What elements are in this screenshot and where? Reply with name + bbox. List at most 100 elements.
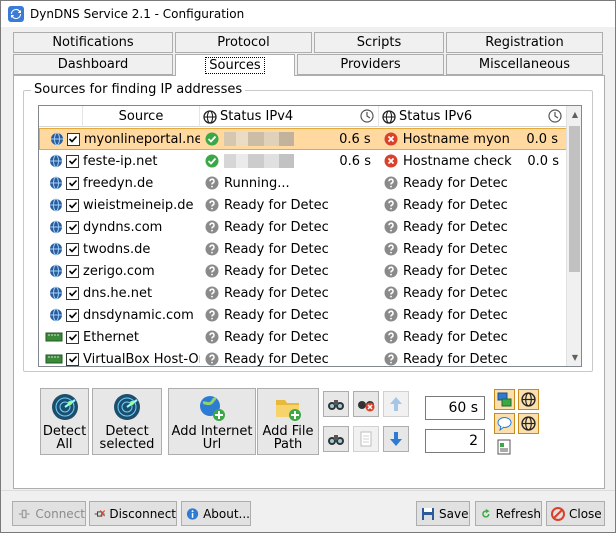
- header-ipv6[interactable]: Status IPv6: [379, 106, 567, 127]
- ipv4-redacted-value: [224, 154, 294, 168]
- table-row[interactable]: dns.he.net Ready for Detec Ready for Det…: [39, 282, 567, 304]
- question-icon: [205, 330, 219, 344]
- source-enabled-checkbox[interactable]: [66, 286, 79, 300]
- ipv4-cell: Ready for Detec: [200, 326, 379, 348]
- lan-toggle-button[interactable]: [494, 389, 515, 410]
- retries-field[interactable]: 2: [425, 429, 485, 453]
- source-type-cell: [39, 194, 83, 216]
- scroll-down-icon[interactable]: ▼: [567, 349, 581, 366]
- internet-source-icon: [50, 242, 62, 256]
- source-enabled-checkbox[interactable]: [66, 132, 80, 146]
- tab-registration[interactable]: Registration: [446, 32, 603, 53]
- source-enabled-checkbox[interactable]: [66, 242, 79, 256]
- clock-icon: [548, 109, 562, 123]
- source-enabled-checkbox[interactable]: [66, 176, 79, 190]
- sources-grid[interactable]: Source Status IPv4 Status IPv6 myonlinep…: [38, 105, 582, 367]
- source-enabled-checkbox[interactable]: [66, 352, 79, 366]
- ipv4-cell: Ready for Detec: [200, 238, 379, 260]
- vertical-scrollbar[interactable]: ▲ ▼: [566, 106, 581, 366]
- table-row[interactable]: VirtualBox Host-Only Ready for Detec Rea…: [39, 348, 567, 366]
- ipv4-status-text: Ready for Detec: [224, 285, 329, 301]
- source-enabled-checkbox[interactable]: [66, 198, 79, 212]
- question-icon: [384, 352, 398, 366]
- save-button[interactable]: Save: [416, 501, 470, 526]
- internet-source-icon: [50, 286, 62, 300]
- scroll-up-icon[interactable]: ▲: [567, 106, 581, 123]
- search-button[interactable]: [323, 426, 349, 452]
- table-row[interactable]: zerigo.com Ready for Detec Ready for Det…: [39, 260, 567, 282]
- ipv6-status-text: Ready for Detec: [403, 263, 508, 279]
- source-type-cell: [39, 238, 83, 260]
- connect-button[interactable]: Connect: [12, 501, 86, 526]
- table-row[interactable]: dyndns.com Ready for Detec Ready for Det…: [39, 216, 567, 238]
- tab-sources[interactable]: Sources: [175, 54, 295, 76]
- remove-button[interactable]: [353, 391, 379, 417]
- find-button[interactable]: [323, 391, 349, 417]
- table-row[interactable]: myonlineportal.net 0.6 s Hostname myon 0.…: [39, 128, 567, 150]
- question-icon: [205, 220, 219, 234]
- about-button[interactable]: About...: [181, 501, 251, 526]
- tab-scripts[interactable]: Scripts: [314, 32, 444, 53]
- source-enabled-checkbox[interactable]: [66, 308, 79, 322]
- document-icon: [360, 431, 372, 447]
- tab-miscellaneous[interactable]: Miscellaneous: [446, 54, 603, 75]
- header-source[interactable]: Source: [83, 106, 200, 127]
- ipv6-cell: Hostname myon 0.0 s: [379, 129, 566, 149]
- move-up-button[interactable]: [383, 391, 409, 417]
- globe-toggle-button[interactable]: [518, 413, 539, 434]
- tab-dashboard[interactable]: Dashboard: [13, 54, 173, 75]
- move-down-button[interactable]: [383, 426, 409, 452]
- disconnect-button[interactable]: Disconnect: [89, 501, 177, 526]
- detect-all-button[interactable]: Detect All: [40, 388, 89, 455]
- tab-label: Registration: [485, 35, 564, 50]
- table-row[interactable]: dnsdynamic.com Ready for Detec Ready for…: [39, 304, 567, 326]
- ipv6-cell: Ready for Detec: [379, 260, 567, 282]
- header-ipv4[interactable]: Status IPv4: [200, 106, 379, 127]
- internet-source-icon: [50, 132, 63, 146]
- source-cell: dns.he.net: [83, 282, 200, 304]
- table-row[interactable]: Ethernet Ready for Detec Ready for Detec: [39, 326, 567, 348]
- timeout-field[interactable]: 60 s: [425, 396, 485, 420]
- tab-protocol[interactable]: Protocol: [175, 32, 312, 53]
- source-name: wieistmeineip.de: [83, 197, 194, 213]
- log-icon[interactable]: [497, 439, 511, 455]
- source-enabled-checkbox[interactable]: [66, 264, 79, 278]
- source-enabled-checkbox[interactable]: [66, 154, 79, 168]
- table-row[interactable]: feste-ip.net 0.6 s Hostname check 0.0 s: [39, 150, 567, 172]
- close-button[interactable]: Close: [546, 501, 605, 526]
- question-icon: [205, 286, 219, 300]
- disconnect-label: Disconnect: [109, 506, 176, 521]
- question-icon: [205, 176, 219, 190]
- tab-providers[interactable]: Providers: [297, 54, 444, 75]
- add-internet-url-button[interactable]: Add Internet Url: [168, 388, 256, 455]
- arrow-up-icon: [390, 397, 402, 411]
- refresh-button[interactable]: Refresh: [475, 501, 542, 526]
- arrow-down-icon: [390, 432, 402, 446]
- detect-selected-button[interactable]: Detect selected: [92, 388, 162, 455]
- edit-button[interactable]: [353, 426, 379, 452]
- source-name: myonlineportal.net: [83, 131, 201, 147]
- question-icon: [205, 352, 219, 366]
- tab-label: Sources: [205, 57, 265, 74]
- header-type[interactable]: [39, 106, 83, 127]
- add-file-path-button[interactable]: Add File Path: [257, 388, 319, 455]
- tab-notifications[interactable]: Notifications: [13, 32, 173, 53]
- source-name: freedyn.de: [83, 175, 154, 191]
- clock-icon: [360, 109, 374, 123]
- table-row[interactable]: wieistmeineip.de Ready for Detec Ready f…: [39, 194, 567, 216]
- question-icon: [205, 308, 219, 322]
- scroll-thumb[interactable]: [569, 126, 580, 272]
- table-row[interactable]: twodns.de Ready for Detec Ready for Dete…: [39, 238, 567, 260]
- source-enabled-checkbox[interactable]: [66, 220, 79, 234]
- table-row[interactable]: freedyn.de Running... Ready for Detec: [39, 172, 567, 194]
- ipv6-cell: Ready for Detec: [379, 216, 567, 238]
- message-toggle-button[interactable]: [494, 413, 515, 434]
- internet-source-icon: [50, 154, 62, 168]
- ipv6-cell: Ready for Detec: [379, 238, 567, 260]
- radar-icon: [114, 394, 140, 420]
- ipv4-status-text: Ready for Detec: [224, 197, 329, 213]
- ipv4-cell: Ready for Detec: [200, 260, 379, 282]
- source-enabled-checkbox[interactable]: [66, 330, 79, 344]
- internet-toggle-button[interactable]: [518, 389, 539, 410]
- question-icon: [384, 264, 398, 278]
